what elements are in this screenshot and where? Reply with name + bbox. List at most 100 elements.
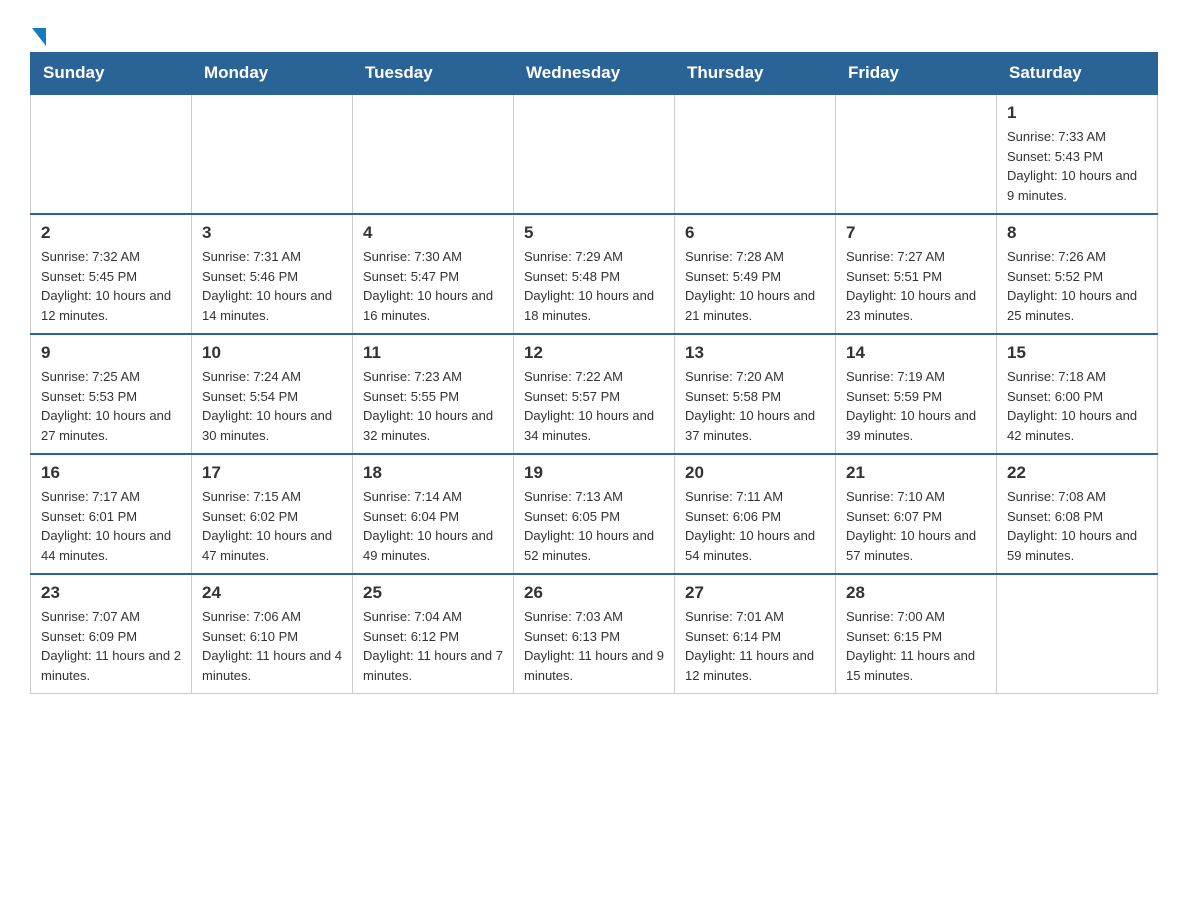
week-row-3: 9 Sunrise: 7:25 AMSunset: 5:53 PMDaylight… (31, 334, 1158, 454)
day-info: Sunrise: 7:04 AMSunset: 6:12 PMDaylight:… (363, 607, 503, 685)
calendar-cell: 9 Sunrise: 7:25 AMSunset: 5:53 PMDaylight… (31, 334, 192, 454)
calendar-cell: 11 Sunrise: 7:23 AMSunset: 5:55 PMDayligh… (353, 334, 514, 454)
day-info: Sunrise: 7:00 AMSunset: 6:15 PMDaylight:… (846, 607, 986, 685)
day-info: Sunrise: 7:13 AMSunset: 6:05 PMDaylight:… (524, 487, 664, 565)
day-info: Sunrise: 7:15 AMSunset: 6:02 PMDaylight:… (202, 487, 342, 565)
calendar-table: SundayMondayTuesdayWednesdayThursdayFrid… (30, 52, 1158, 694)
day-info: Sunrise: 7:22 AMSunset: 5:57 PMDaylight:… (524, 367, 664, 445)
calendar-cell: 20 Sunrise: 7:11 AMSunset: 6:06 PMDayligh… (675, 454, 836, 574)
calendar-cell: 12 Sunrise: 7:22 AMSunset: 5:57 PMDayligh… (514, 334, 675, 454)
day-info: Sunrise: 7:08 AMSunset: 6:08 PMDaylight:… (1007, 487, 1147, 565)
calendar-cell: 2 Sunrise: 7:32 AMSunset: 5:45 PMDaylight… (31, 214, 192, 334)
weekday-header-saturday: Saturday (997, 53, 1158, 95)
day-info: Sunrise: 7:31 AMSunset: 5:46 PMDaylight:… (202, 247, 342, 325)
calendar-cell: 21 Sunrise: 7:10 AMSunset: 6:07 PMDayligh… (836, 454, 997, 574)
calendar-cell (192, 94, 353, 214)
day-number: 25 (363, 583, 503, 603)
day-number: 8 (1007, 223, 1147, 243)
weekday-header-sunday: Sunday (31, 53, 192, 95)
day-number: 10 (202, 343, 342, 363)
calendar-cell: 1 Sunrise: 7:33 AMSunset: 5:43 PMDaylight… (997, 94, 1158, 214)
calendar-cell: 10 Sunrise: 7:24 AMSunset: 5:54 PMDayligh… (192, 334, 353, 454)
calendar-cell: 4 Sunrise: 7:30 AMSunset: 5:47 PMDaylight… (353, 214, 514, 334)
calendar-cell: 25 Sunrise: 7:04 AMSunset: 6:12 PMDayligh… (353, 574, 514, 694)
day-info: Sunrise: 7:32 AMSunset: 5:45 PMDaylight:… (41, 247, 181, 325)
day-number: 22 (1007, 463, 1147, 483)
calendar-cell: 22 Sunrise: 7:08 AMSunset: 6:08 PMDayligh… (997, 454, 1158, 574)
day-number: 15 (1007, 343, 1147, 363)
day-info: Sunrise: 7:10 AMSunset: 6:07 PMDaylight:… (846, 487, 986, 565)
day-number: 11 (363, 343, 503, 363)
day-info: Sunrise: 7:03 AMSunset: 6:13 PMDaylight:… (524, 607, 664, 685)
day-info: Sunrise: 7:19 AMSunset: 5:59 PMDaylight:… (846, 367, 986, 445)
weekday-header-row: SundayMondayTuesdayWednesdayThursdayFrid… (31, 53, 1158, 95)
calendar-cell: 19 Sunrise: 7:13 AMSunset: 6:05 PMDayligh… (514, 454, 675, 574)
calendar-cell: 18Sunrise: 7:14 AMSunset: 6:04 PMDayligh… (353, 454, 514, 574)
calendar-cell: 26 Sunrise: 7:03 AMSunset: 6:13 PMDayligh… (514, 574, 675, 694)
day-info: Sunrise: 7:11 AMSunset: 6:06 PMDaylight:… (685, 487, 825, 565)
day-number: 7 (846, 223, 986, 243)
weekday-header-wednesday: Wednesday (514, 53, 675, 95)
day-info: Sunrise: 7:18 AMSunset: 6:00 PMDaylight:… (1007, 367, 1147, 445)
day-number: 12 (524, 343, 664, 363)
day-number: 6 (685, 223, 825, 243)
calendar-cell: 15 Sunrise: 7:18 AMSunset: 6:00 PMDayligh… (997, 334, 1158, 454)
day-info: Sunrise: 7:20 AMSunset: 5:58 PMDaylight:… (685, 367, 825, 445)
calendar-cell: 17 Sunrise: 7:15 AMSunset: 6:02 PMDayligh… (192, 454, 353, 574)
day-number: 28 (846, 583, 986, 603)
logo-arrow-icon (32, 28, 46, 46)
calendar-cell: 14 Sunrise: 7:19 AMSunset: 5:59 PMDayligh… (836, 334, 997, 454)
calendar-cell: 13 Sunrise: 7:20 AMSunset: 5:58 PMDayligh… (675, 334, 836, 454)
day-info: Sunrise: 7:17 AMSunset: 6:01 PMDaylight:… (41, 487, 181, 565)
day-number: 26 (524, 583, 664, 603)
day-number: 2 (41, 223, 181, 243)
logo (30, 20, 46, 42)
day-info: Sunrise: 7:24 AMSunset: 5:54 PMDaylight:… (202, 367, 342, 445)
day-info: Sunrise: 7:01 AMSunset: 6:14 PMDaylight:… (685, 607, 825, 685)
day-info: Sunrise: 7:30 AMSunset: 5:47 PMDaylight:… (363, 247, 503, 325)
calendar-cell: 6 Sunrise: 7:28 AMSunset: 5:49 PMDaylight… (675, 214, 836, 334)
day-info: Sunrise: 7:07 AMSunset: 6:09 PMDaylight:… (41, 607, 181, 685)
calendar-cell: 28 Sunrise: 7:00 AMSunset: 6:15 PMDayligh… (836, 574, 997, 694)
day-number: 3 (202, 223, 342, 243)
day-number: 4 (363, 223, 503, 243)
calendar-cell (997, 574, 1158, 694)
week-row-2: 2 Sunrise: 7:32 AMSunset: 5:45 PMDaylight… (31, 214, 1158, 334)
day-info: Sunrise: 7:28 AMSunset: 5:49 PMDaylight:… (685, 247, 825, 325)
day-info: Sunrise: 7:06 AMSunset: 6:10 PMDaylight:… (202, 607, 342, 685)
day-info: Sunrise: 7:26 AMSunset: 5:52 PMDaylight:… (1007, 247, 1147, 325)
day-number: 23 (41, 583, 181, 603)
calendar-cell (514, 94, 675, 214)
day-number: 14 (846, 343, 986, 363)
day-number: 21 (846, 463, 986, 483)
calendar-cell (675, 94, 836, 214)
calendar-cell: 7 Sunrise: 7:27 AMSunset: 5:51 PMDaylight… (836, 214, 997, 334)
day-number: 1 (1007, 103, 1147, 123)
weekday-header-monday: Monday (192, 53, 353, 95)
day-number: 20 (685, 463, 825, 483)
day-info: Sunrise: 7:25 AMSunset: 5:53 PMDaylight:… (41, 367, 181, 445)
calendar-cell (836, 94, 997, 214)
day-info: Sunrise: 7:27 AMSunset: 5:51 PMDaylight:… (846, 247, 986, 325)
calendar-cell: 5Sunrise: 7:29 AMSunset: 5:48 PMDaylight… (514, 214, 675, 334)
weekday-header-tuesday: Tuesday (353, 53, 514, 95)
calendar-cell: 8 Sunrise: 7:26 AMSunset: 5:52 PMDaylight… (997, 214, 1158, 334)
day-number: 17 (202, 463, 342, 483)
day-number: 13 (685, 343, 825, 363)
day-info: Sunrise: 7:29 AMSunset: 5:48 PMDaylight:… (524, 247, 664, 325)
week-row-5: 23 Sunrise: 7:07 AMSunset: 6:09 PMDayligh… (31, 574, 1158, 694)
calendar-cell: 16 Sunrise: 7:17 AMSunset: 6:01 PMDayligh… (31, 454, 192, 574)
day-number: 19 (524, 463, 664, 483)
page-header (30, 20, 1158, 42)
day-number: 27 (685, 583, 825, 603)
calendar-cell (31, 94, 192, 214)
day-info: Sunrise: 7:23 AMSunset: 5:55 PMDaylight:… (363, 367, 503, 445)
day-info: Sunrise: 7:33 AMSunset: 5:43 PMDaylight:… (1007, 127, 1147, 205)
week-row-4: 16 Sunrise: 7:17 AMSunset: 6:01 PMDayligh… (31, 454, 1158, 574)
day-number: 9 (41, 343, 181, 363)
week-row-1: 1 Sunrise: 7:33 AMSunset: 5:43 PMDaylight… (31, 94, 1158, 214)
calendar-cell: 3 Sunrise: 7:31 AMSunset: 5:46 PMDaylight… (192, 214, 353, 334)
weekday-header-thursday: Thursday (675, 53, 836, 95)
day-number: 18 (363, 463, 503, 483)
day-number: 16 (41, 463, 181, 483)
